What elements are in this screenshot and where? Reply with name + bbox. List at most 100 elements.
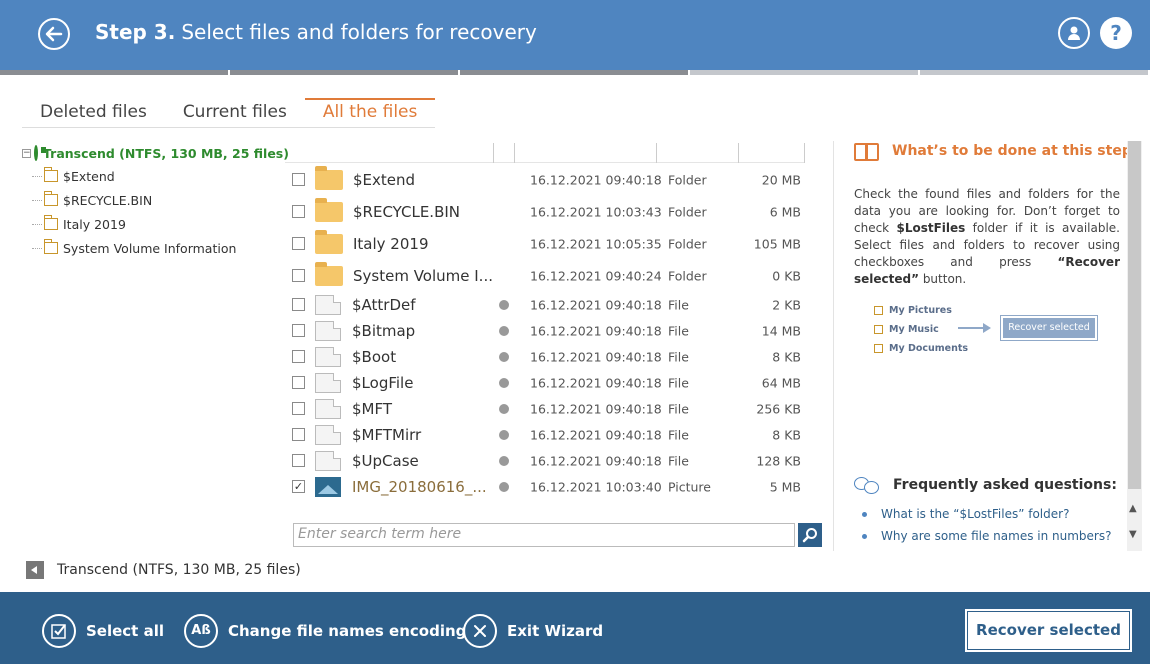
status-dot [499,352,509,362]
row-checkbox[interactable] [292,237,305,250]
tab-all-files[interactable]: All the files [304,98,436,128]
user-button[interactable] [1058,17,1090,49]
tree-item[interactable]: System Volume Information [22,236,280,260]
drive-icon [34,145,46,161]
file-size: 64 MB [761,375,801,391]
file-name: $Boot [352,348,397,366]
file-row[interactable]: Italy 2019 16.12.2021 10:05:35 Folder 10… [285,228,815,260]
file-row[interactable]: $Extend 16.12.2021 09:40:18 Folder 20 MB [285,164,815,196]
faq-link[interactable]: What is the “$LostFiles” folder? [862,503,1111,525]
file-list: $Extend 16.12.2021 09:40:18 Folder 20 MB… [285,164,815,500]
progress-step-2 [230,70,458,75]
file-icon [315,295,341,315]
status-dot [499,300,509,310]
file-row[interactable]: $MFT 16.12.2021 09:40:18 File 256 KB [285,396,815,422]
file-size: 105 MB [753,236,801,252]
file-row[interactable]: $RECYCLE.BIN 16.12.2021 10:03:43 Folder … [285,196,815,228]
status-bar: Transcend (NTFS, 130 MB, 25 files) [26,561,301,579]
folder-icon [874,306,883,315]
tree-root[interactable]: − Transcend (NTFS, 130 MB, 25 files) [22,142,289,164]
file-name: $MFT [352,400,393,418]
collapse-panel-icon[interactable] [26,561,44,579]
tree-connector [32,247,42,249]
file-name: $Bitmap [352,322,416,340]
status-dot [499,404,509,414]
tab-current-files[interactable]: Current files [164,98,305,128]
tree-item-label: System Volume Information [63,240,237,256]
row-checkbox[interactable] [292,324,305,337]
column-separator[interactable] [493,143,494,163]
file-date: 16.12.2021 09:40:24 [530,268,662,284]
folder-icon [315,198,343,222]
row-checkbox[interactable] [292,173,305,186]
help-scrollbar[interactable]: ▲ ▼ [1127,141,1142,551]
change-encoding-button[interactable]: Aß Change file names encoding [184,614,466,648]
status-dot [499,326,509,336]
file-size: 5 MB [769,479,801,495]
row-checkbox[interactable] [292,402,305,415]
checklist-icon [51,624,66,639]
recover-selected-button[interactable]: Recover selected [965,609,1132,652]
tree-item[interactable]: Italy 2019 [22,212,280,236]
collapse-icon[interactable]: − [22,148,31,158]
file-type: File [668,297,689,313]
row-checkbox[interactable] [292,428,305,441]
column-separator[interactable] [804,143,805,163]
file-date: 16.12.2021 09:40:18 [530,427,662,443]
file-type: Folder [668,172,707,188]
tree-item-label: $Extend [63,168,115,184]
status-dot [499,430,509,440]
column-separator[interactable] [514,143,515,163]
column-separator[interactable] [738,143,739,163]
file-size: 8 KB [772,349,801,365]
row-checkbox[interactable] [292,350,305,363]
faq-link-text: Why are some file names in numbers? [881,529,1112,543]
tab-deleted-files[interactable]: Deleted files [22,98,165,128]
file-icon [315,373,341,393]
row-checkbox-checked[interactable]: ✓ [292,480,305,493]
file-row[interactable]: $MFTMirr 16.12.2021 09:40:18 File 8 KB [285,422,815,448]
scrollbar-thumb[interactable] [1128,141,1141,489]
file-row[interactable]: $UpCase 16.12.2021 09:40:18 File 128 KB [285,448,815,474]
search-input[interactable]: Enter search term here [293,523,795,547]
row-checkbox[interactable] [292,298,305,311]
file-row[interactable]: $Bitmap 16.12.2021 09:40:18 File 14 MB [285,318,815,344]
scroll-up-icon[interactable]: ▲ [1129,503,1137,514]
row-checkbox[interactable] [292,454,305,467]
file-size: 6 MB [769,204,801,220]
column-separator[interactable] [656,143,657,163]
row-checkbox[interactable] [292,205,305,218]
row-checkbox[interactable] [292,269,305,282]
search-button[interactable] [798,523,822,547]
file-row[interactable]: $Boot 16.12.2021 09:40:18 File 8 KB [285,344,815,370]
file-row[interactable]: $AttrDef 16.12.2021 09:40:18 File 2 KB [285,292,815,318]
folder-icon [874,344,883,353]
folder-icon [44,215,58,230]
page-title: Step 3. Select files and folders for reco… [95,20,537,44]
illustration-label: My Pictures [889,305,952,316]
help-button[interactable]: ? [1100,17,1132,49]
back-button[interactable] [38,18,70,50]
tree-item[interactable]: $RECYCLE.BIN [22,188,280,212]
exit-wizard-button[interactable]: Exit Wizard [463,614,603,648]
row-checkbox[interactable] [292,376,305,389]
select-all-button[interactable]: Select all [42,614,164,648]
arrow-right-icon [958,323,991,333]
tree-item-label: $RECYCLE.BIN [63,192,153,208]
file-type: Folder [668,204,707,220]
book-icon [854,143,879,161]
file-row[interactable]: System Volume I... 16.12.2021 09:40:24 F… [285,260,815,292]
file-row[interactable]: $LogFile 16.12.2021 09:40:18 File 64 MB [285,370,815,396]
faq-title-text: Frequently asked questions: [893,477,1117,493]
folder-icon [315,230,343,254]
scroll-down-icon[interactable]: ▼ [1129,529,1137,540]
illustration-button: Recover selected [1000,315,1098,341]
tree-item[interactable]: $Extend [22,164,280,188]
help-panel: What’s to be done at this step? Check th… [846,141,1140,551]
progress-step-1 [0,70,228,75]
faq-link[interactable]: Why are some file names in numbers? [862,525,1111,547]
file-type: File [668,375,689,391]
status-text: Transcend (NTFS, 130 MB, 25 files) [57,562,301,578]
file-date: 16.12.2021 10:03:43 [530,204,662,220]
file-row[interactable]: ✓ IMG_20180616_... 16.12.2021 10:03:40 P… [285,474,815,500]
